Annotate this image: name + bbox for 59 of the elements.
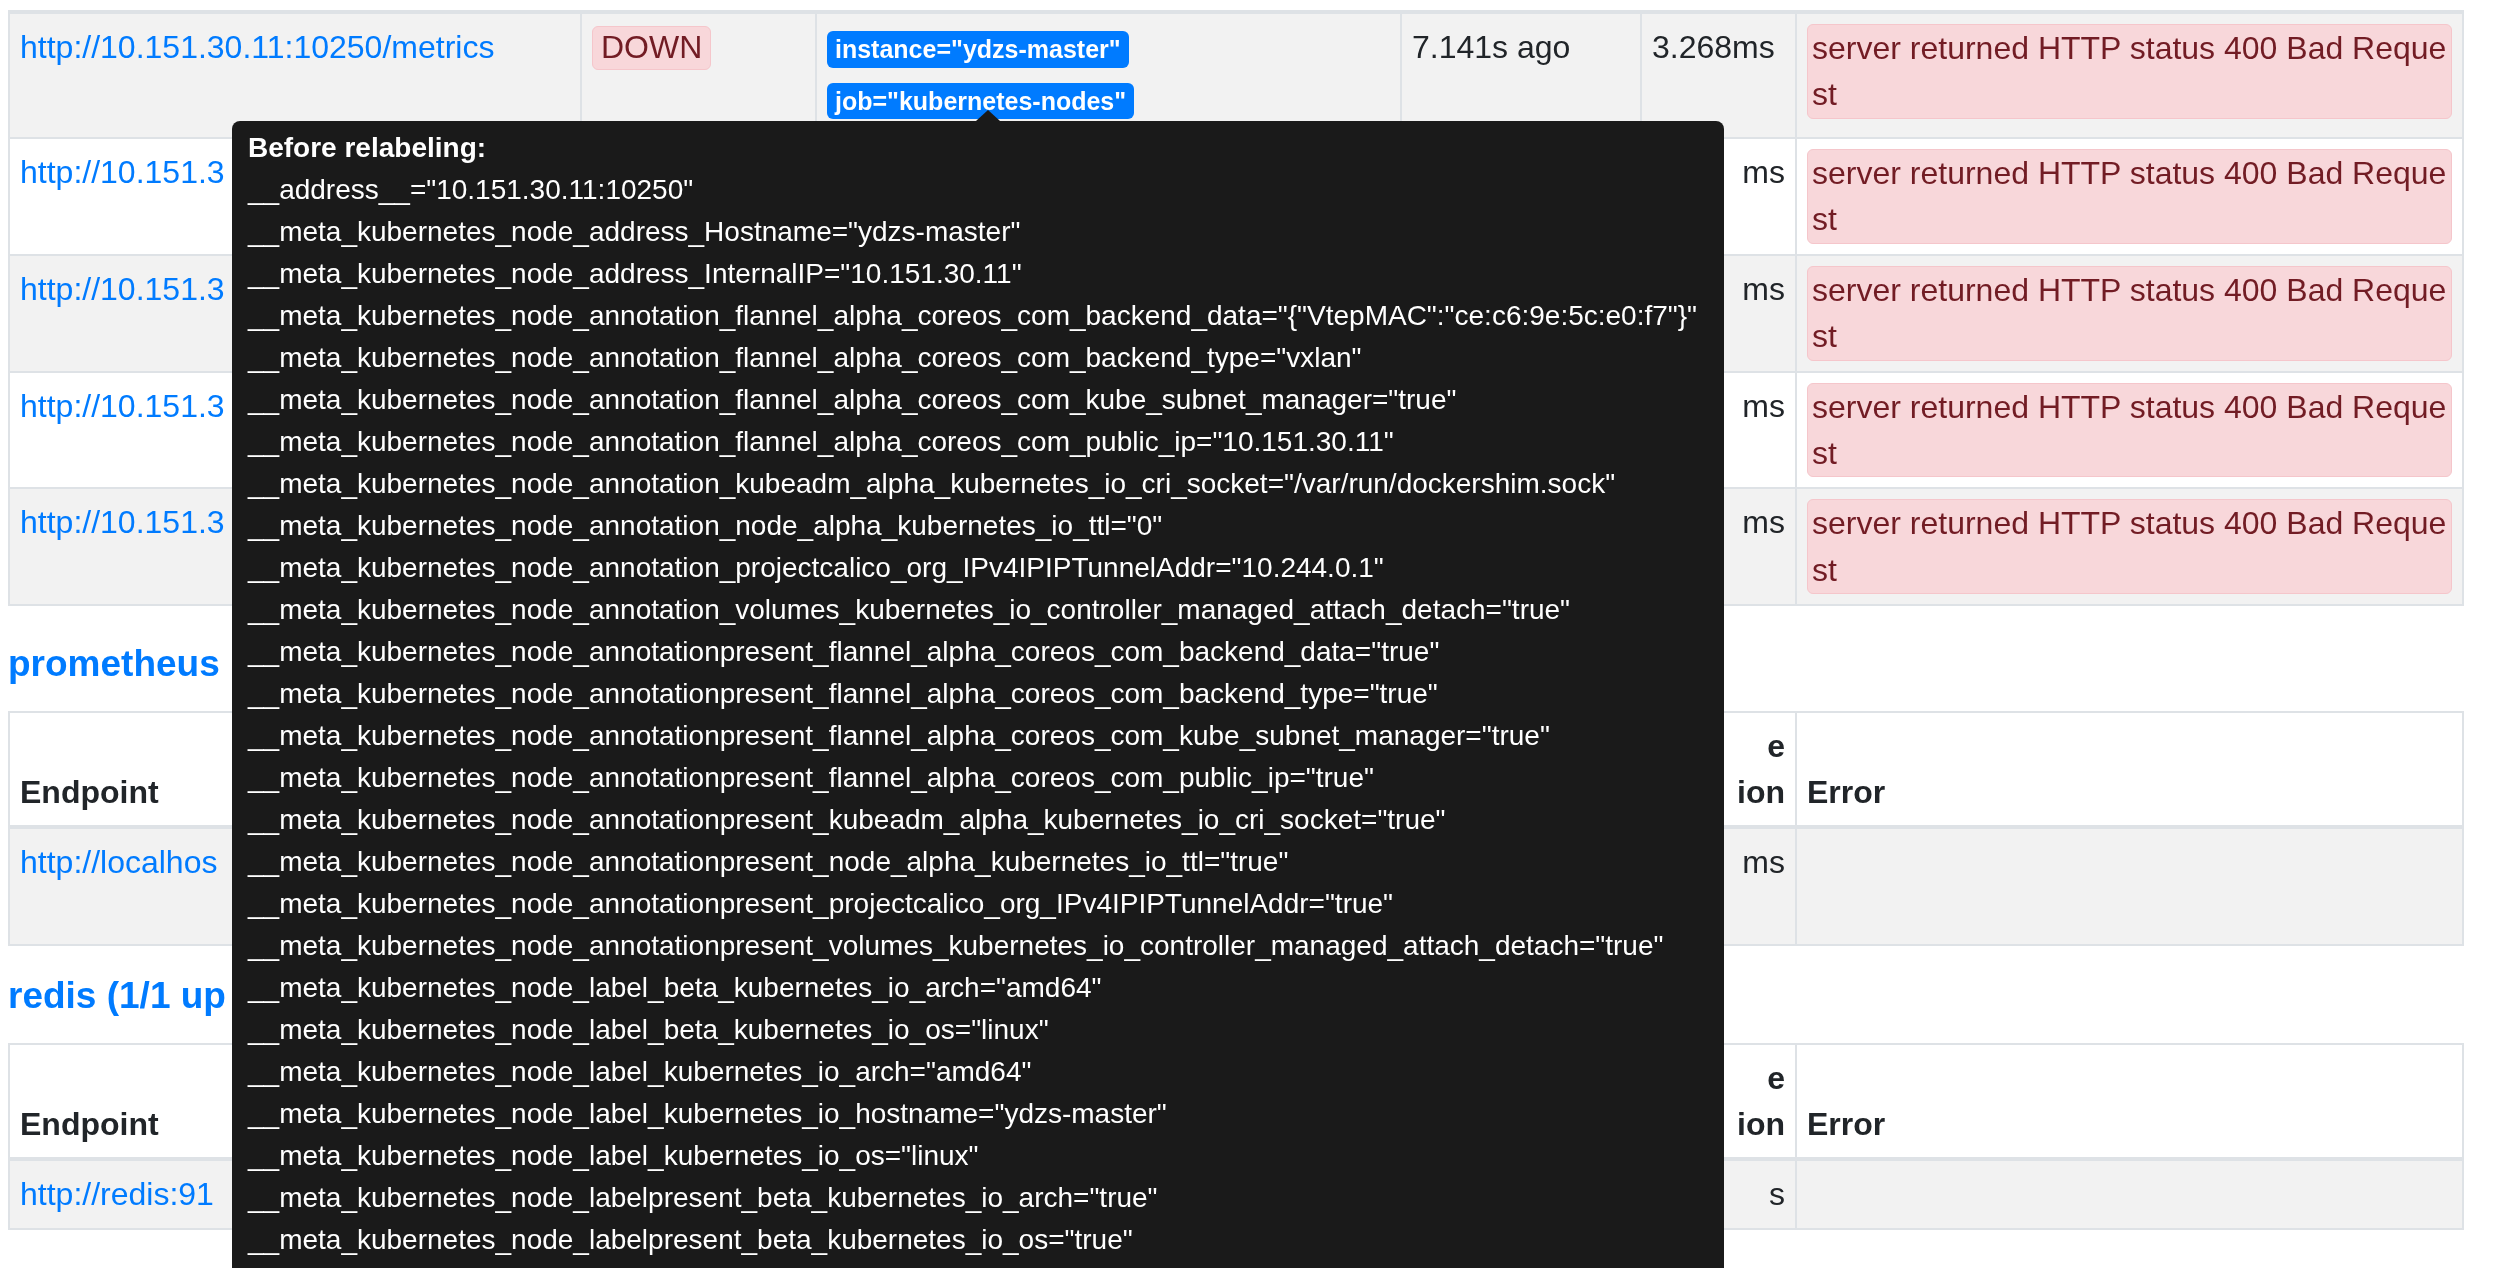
tooltip-line: __meta_kubernetes_node_annotationpresent_kubeadm_alpha_kubernetes_io_cri_socket="true" — [248, 803, 1447, 837]
error-message: server returned HTTP status 400 Bad Request — [1807, 499, 2452, 595]
column-header: ion — [1737, 1106, 1785, 1143]
tooltip-line: __meta_kubernetes_node_annotationpresent_volumes_kubernetes_io_controller_managed_attach_detach="true" — [248, 929, 1665, 963]
tooltip-line: __meta_kubernetes_node_annotationpresent_flannel_alpha_coreos_com_kube_subnet_manager="true" — [248, 719, 1551, 753]
tooltip-line: __meta_kubernetes_node_label_beta_kubernetes_io_os="linux" — [248, 1013, 1050, 1047]
tooltip-line: __meta_kubernetes_node_annotation_projectcalico_org_IPv4IPIPTunnelAddr="10.244.0.1" — [248, 551, 1385, 585]
endpoint-link[interactable]: http://10.151.3 — [20, 270, 225, 307]
tooltip-line: __meta_kubernetes_node_annotation_flannel_alpha_coreos_com_kube_subnet_manager="true" — [248, 383, 1458, 417]
tooltip-line: __meta_kubernetes_node_labelpresent_beta_kubernetes_io_os="true" — [248, 1223, 1134, 1257]
tooltip-line: __meta_kubernetes_node_annotationpresent_flannel_alpha_coreos_com_backend_data="true" — [248, 635, 1441, 669]
endpoint-link[interactable]: http://10.151.3 — [20, 387, 225, 424]
tooltip-title: Before relabeling: — [248, 131, 488, 165]
column-header: e — [1767, 727, 1785, 764]
endpoint-link[interactable]: http://localhos — [20, 844, 218, 881]
tooltip-line: __meta_kubernetes_node_annotation_flannel_alpha_coreos_com_public_ip="10.151.30.11" — [248, 425, 1395, 459]
scrape-duration-text: ms — [1742, 504, 1785, 541]
label-badge: job="kubernetes-nodes" — [827, 82, 1135, 119]
last-scrape-text: 7.141s ago — [1412, 29, 1571, 65]
tooltip-line: __meta_kubernetes_node_address_Hostname="ydzs-master" — [248, 215, 1022, 249]
scrape-duration-text: 3.268ms — [1652, 29, 1775, 65]
job-heading-link[interactable]: redis (1/1 up — [8, 974, 226, 1019]
tooltip-line: __meta_kubernetes_node_labelpresent_beta_kubernetes_io_arch="true" — [248, 1181, 1159, 1215]
column-header: Error — [1807, 1106, 1886, 1143]
column-header: Endpoint — [20, 773, 159, 810]
error-message: server returned HTTP status 400 Bad Request — [1807, 265, 2452, 361]
column-header: Endpoint — [20, 1106, 159, 1143]
scrape-duration-text: ms — [1742, 270, 1785, 307]
error-message: server returned HTTP status 400 Bad Request — [1807, 382, 2452, 478]
endpoint-link[interactable]: http://10.151.3 — [20, 154, 225, 190]
tooltip-line: __meta_kubernetes_node_annotationpresent_flannel_alpha_coreos_com_backend_type="true" — [248, 677, 1439, 711]
error-message: server returned HTTP status 400 Bad Request — [1807, 149, 2452, 244]
tooltip-line: __meta_kubernetes_node_annotationpresent_node_alpha_kubernetes_io_ttl="true" — [248, 845, 1290, 879]
scrape-duration-text: ms — [1742, 844, 1785, 881]
tooltip-line: __meta_kubernetes_node_label_beta_kubernetes_io_arch="amd64" — [248, 971, 1103, 1005]
error-message: server returned HTTP status 400 Bad Request — [1807, 24, 2452, 119]
tooltip-line: __meta_kubernetes_node_annotation_volumes_kubernetes_io_controller_managed_attach_detach="true" — [248, 593, 1572, 627]
tooltip-line: __meta_kubernetes_node_annotation_kubeadm_alpha_kubernetes_io_cri_socket="/var/run/dockershim.sock" — [248, 467, 1617, 501]
label-badge: instance="ydzs-master" — [827, 31, 1129, 68]
tooltip-line: __meta_kubernetes_node_address_InternalIP="10.151.30.11" — [248, 257, 1023, 291]
tooltip-line: __meta_kubernetes_node_annotation_flannel_alpha_coreos_com_backend_type="vxlan" — [248, 341, 1363, 375]
tooltip-line: __meta_kubernetes_node_label_kubernetes_io_hostname="ydzs-master" — [248, 1097, 1168, 1131]
column-header: ion — [1737, 773, 1785, 810]
tooltip-line: __meta_kubernetes_node_annotationpresent_flannel_alpha_coreos_com_public_ip="true" — [248, 761, 1375, 795]
tooltip-line: __address__="10.151.30.11:10250" — [248, 173, 695, 207]
tooltip-line: __meta_kubernetes_node_annotationpresent_projectcalico_org_IPv4IPIPTunnelAddr="true" — [248, 887, 1395, 921]
job-heading-link[interactable]: prometheus — [8, 642, 220, 687]
tooltip-line: __meta_kubernetes_node_annotation_node_alpha_kubernetes_io_ttl="0" — [248, 509, 1164, 543]
tooltip-line: __meta_kubernetes_node_label_kubernetes_io_arch="amd64" — [248, 1055, 1033, 1089]
column-header: e — [1767, 1059, 1785, 1096]
endpoint-link[interactable]: http://10.151.3 — [20, 504, 225, 541]
tooltip-line: __meta_kubernetes_node_annotation_flannel_alpha_coreos_com_backend_data="{"VtepMAC":"ce:c6:9e:5c:e0:f7"}" — [248, 299, 1698, 333]
state-badge: DOWN — [592, 26, 712, 70]
column-header: Error — [1807, 773, 1886, 810]
scrape-duration-text: s — [1769, 1176, 1785, 1213]
scrape-duration-text: ms — [1742, 387, 1785, 424]
tooltip-line: __meta_kubernetes_node_label_kubernetes_io_os="linux" — [248, 1139, 980, 1173]
scrape-duration-text: ms — [1742, 154, 1785, 190]
endpoint-link[interactable]: http://redis:91 — [20, 1176, 214, 1213]
